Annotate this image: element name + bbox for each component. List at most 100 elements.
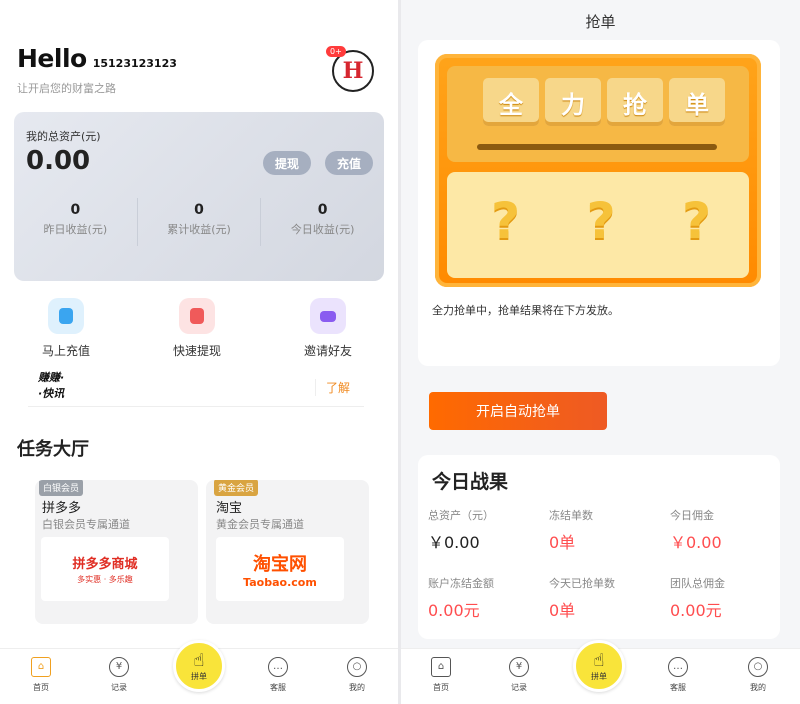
result-today-commission: 今日佣金 ￥0.00 <box>660 507 780 569</box>
question-icon: ? <box>586 192 616 250</box>
stat-label: 今日收益(元) <box>290 223 355 236</box>
question-icon: ? <box>681 192 711 250</box>
wallet-icon <box>310 298 346 334</box>
grab-order-screen: 抢单 全 力 抢 单 ? ? ? 全力抢单中，抢单结果将在下方发放。 开启自动抢… <box>401 0 800 704</box>
home-icon: ⌂ <box>31 657 51 677</box>
result-frozen-orders: 冻结单数 0单 <box>539 507 659 569</box>
task-desc: 白银会员专属通道 <box>42 518 130 531</box>
member-tag: 黄金会员 <box>214 480 259 496</box>
news-more-link[interactable]: 了解 <box>314 379 350 396</box>
stat-today: 0 今日收益(元) <box>261 198 384 246</box>
task-desc: 黄金会员专属通道 <box>216 518 304 531</box>
greeting: Hello 15123123123 <box>17 44 177 73</box>
stat-label: 昨日收益(元) <box>43 223 108 236</box>
task-name: 淘宝 <box>216 501 243 516</box>
page-title: 抢单 <box>401 0 800 44</box>
result-total-assets: 总资产（元） ￥0.00 <box>418 507 538 569</box>
machine-char: 力 <box>545 78 601 126</box>
tab-bar: ⌂ 首页 ¥ 记录 ☝ 拼单 … 客服 ○ 我的 <box>0 640 398 704</box>
home-screen: Hello 15123123123 让开启您的财富之路 H 0+ 我的总资产(元… <box>0 0 398 704</box>
grab-tip: 全力抢单中，抢单结果将在下方发放。 <box>432 304 619 317</box>
quick-recharge[interactable]: 马上充值 <box>26 298 106 359</box>
user-phone: 15123123123 <box>92 57 177 70</box>
task-card-pdd[interactable]: 白银会员 拼多多 白银会员专属通道 拼多多商城 多实惠 · 多乐趣 <box>35 480 198 624</box>
yen-icon: ¥ <box>109 657 129 677</box>
task-card-taobao[interactable]: 黄金会员 淘宝 黄金会员专属通道 淘宝网 Taobao.com <box>206 480 369 624</box>
stat-total: 0 累计收益(元) <box>138 198 262 246</box>
tab-mine[interactable]: ○ 我的 <box>332 657 382 693</box>
hand-tap-icon: ☝ <box>593 649 605 671</box>
stat-value: 0 <box>317 202 328 218</box>
result-value: 0单 <box>549 533 576 552</box>
pdd-logo: 拼多多商城 多实惠 · 多乐趣 <box>41 537 169 601</box>
result-value: ￥0.00 <box>670 533 722 552</box>
machine-top-panel: 全 力 抢 单 <box>447 66 749 162</box>
auto-grab-button[interactable]: 开启自动抢单 <box>429 392 607 430</box>
tab-label: 我的 <box>349 683 365 692</box>
chat-icon: … <box>268 657 288 677</box>
hand-tap-icon: ☝ <box>193 649 205 671</box>
results-grid: 总资产（元） ￥0.00 冻结单数 0单 今日佣金 ￥0.00 账户冻结金额 0… <box>418 507 780 631</box>
section-title: 任务大厅 <box>17 439 89 460</box>
result-label: 团队总佣金 <box>670 577 725 590</box>
logo-sub: Taobao.com <box>243 575 317 589</box>
quick-invite[interactable]: 邀请好友 <box>288 298 368 359</box>
tab-home[interactable]: ⌂ 首页 <box>16 657 66 693</box>
news-logo: 赚赚· ·快讯 <box>38 370 64 402</box>
tab-records[interactable]: ¥ 记录 <box>494 657 544 693</box>
today-title: 今日战果 <box>432 471 509 493</box>
news-logo-line: 赚赚· <box>38 371 65 384</box>
tab-label: 记录 <box>511 683 527 692</box>
quick-withdraw[interactable]: 快速提现 <box>157 298 237 359</box>
machine-char: 全 <box>483 78 539 126</box>
machine-result-panel: ? ? ? <box>447 172 749 278</box>
result-grabbed-today: 今天已抢单数 0单 <box>539 575 659 637</box>
withdraw-button[interactable]: 提现 <box>263 151 311 175</box>
earnings-stats: 0 昨日收益(元) 0 累计收益(元) 0 今日收益(元) <box>14 198 384 246</box>
result-value: 0单 <box>549 601 576 620</box>
asset-label: 我的总资产(元) <box>26 130 101 143</box>
tab-label: 客服 <box>270 683 286 692</box>
question-marks: ? ? ? <box>491 192 711 250</box>
person-icon <box>48 298 84 334</box>
tab-service[interactable]: … 客服 <box>253 657 303 693</box>
machine-char: 单 <box>669 78 725 126</box>
result-value: ￥0.00 <box>428 533 480 552</box>
bookmark-icon <box>179 298 215 334</box>
news-ticker[interactable]: 赚赚· ·快讯 了解 <box>28 367 364 407</box>
quick-label: 邀请好友 <box>303 344 352 358</box>
machine-chars: 全 力 抢 单 <box>483 78 725 126</box>
result-label: 今日佣金 <box>670 509 714 522</box>
result-value: 0.00元 <box>428 601 480 620</box>
tab-label: 我的 <box>750 683 766 692</box>
user-icon: ○ <box>748 657 768 677</box>
tab-home[interactable]: ⌂ 首页 <box>416 657 466 693</box>
avatar[interactable]: H 0+ <box>326 46 374 92</box>
asset-amount: 0.00 <box>26 146 91 176</box>
quick-label: 快速提现 <box>172 344 221 358</box>
tab-service[interactable]: … 客服 <box>653 657 703 693</box>
greeting-subtitle: 让开启您的财富之路 <box>17 82 116 95</box>
tab-records[interactable]: ¥ 记录 <box>94 657 144 693</box>
logo-main: 淘宝网 <box>253 553 307 575</box>
result-label: 今天已抢单数 <box>549 577 615 590</box>
tab-label: 首页 <box>433 683 449 692</box>
recharge-button[interactable]: 充值 <box>325 151 373 175</box>
tab-label: 拼单 <box>591 671 607 681</box>
greeting-text: Hello <box>17 44 87 73</box>
tab-label: 首页 <box>33 683 49 692</box>
stat-yesterday: 0 昨日收益(元) <box>14 198 138 246</box>
stat-value: 0 <box>70 202 81 218</box>
user-icon: ○ <box>347 657 367 677</box>
home-icon: ⌂ <box>431 657 451 677</box>
grab-order-button[interactable]: ☝ 拼单 <box>173 640 225 692</box>
result-frozen-amount: 账户冻结金额 0.00元 <box>418 575 538 637</box>
grab-order-button[interactable]: ☝ 拼单 <box>573 640 625 692</box>
result-label: 冻结单数 <box>549 509 593 522</box>
tab-mine[interactable]: ○ 我的 <box>733 657 783 693</box>
quick-actions: 马上充值 快速提现 邀请好友 <box>0 298 398 358</box>
tab-label: 拼单 <box>191 671 207 681</box>
stat-value: 0 <box>194 202 204 218</box>
member-tag: 白银会员 <box>39 480 84 496</box>
tab-label: 记录 <box>111 683 127 692</box>
